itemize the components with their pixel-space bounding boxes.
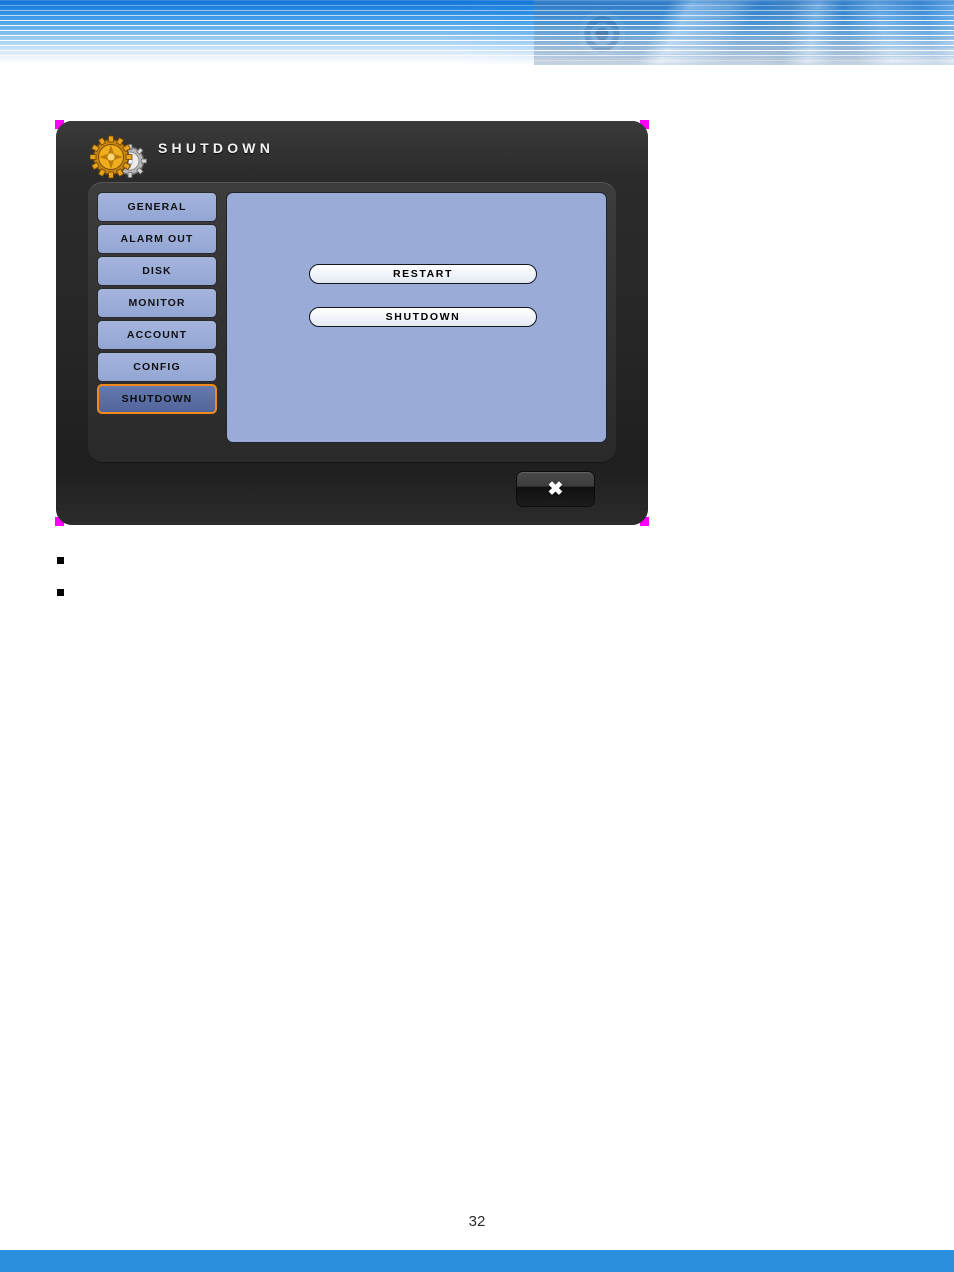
sidebar-item-alarm-out[interactable]: ALARM OUT [97,224,217,254]
sidebar-item-shutdown[interactable]: SHUTDOWN [97,384,217,414]
bullet-list [57,552,757,616]
bullet-square-icon [57,557,64,564]
restart-button[interactable]: RESTART [309,264,537,284]
tab-label: CONFIG [133,361,181,373]
gear-icon [89,135,152,183]
sidebar-item-disk[interactable]: DISK [97,256,217,286]
tab-label: SHUTDOWN [121,393,193,405]
page-number: 32 [468,1213,486,1230]
shutdown-content-panel: RESTART SHUTDOWN [226,192,607,443]
shutdown-button-label: SHUTDOWN [385,311,461,323]
dialog-titlebar: SHUTDOWN [56,121,648,183]
settings-tab-list: GENERAL ALARM OUT DISK MONITOR ACCOUNT C… [97,192,217,416]
shutdown-button[interactable]: SHUTDOWN [309,307,537,327]
banner-stripes [0,0,954,65]
page-title: SHUTDOWN [158,140,275,156]
settings-inner-frame: GENERAL ALARM OUT DISK MONITOR ACCOUNT C… [88,182,616,463]
list-item [57,552,757,584]
tab-label: DISK [142,265,172,277]
sidebar-item-monitor[interactable]: MONITOR [97,288,217,318]
tab-label: ACCOUNT [126,329,188,341]
tab-label: MONITOR [128,297,186,309]
sidebar-item-config[interactable]: CONFIG [97,352,217,382]
tab-label: ALARM OUT [120,233,194,245]
close-icon: ✖ [547,478,564,500]
restart-button-label: RESTART [392,268,453,280]
list-item [57,584,757,616]
close-button[interactable]: ✖ [516,471,595,507]
footer-bar [0,1250,954,1272]
bullet-square-icon [57,589,64,596]
tab-label: GENERAL [127,201,187,213]
sidebar-item-general[interactable]: GENERAL [97,192,217,222]
dvr-settings-dialog: SHUTDOWN GENERAL ALARM OUT DISK MONITOR … [55,120,649,526]
header-banner [0,0,954,65]
sidebar-item-account[interactable]: ACCOUNT [97,320,217,350]
